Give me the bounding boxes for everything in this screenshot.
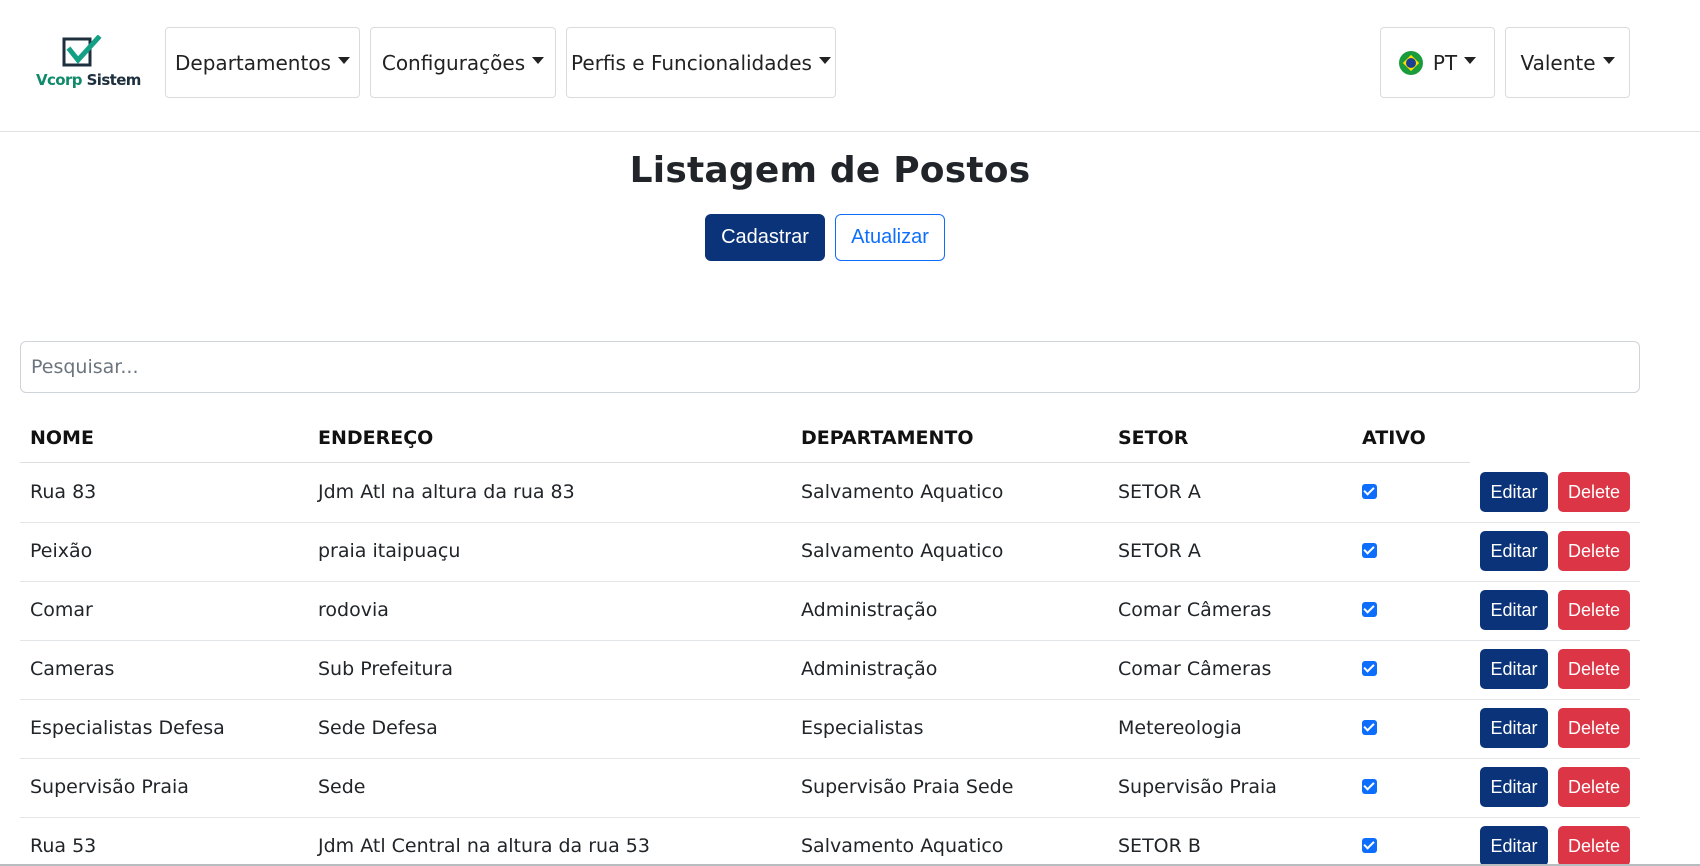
cell-nome: Rua 53 xyxy=(30,835,97,857)
top-navbar: Vcorp Sistem Departamentos Configurações… xyxy=(0,0,1700,132)
edit-button[interactable]: Editar xyxy=(1480,649,1548,689)
edit-button[interactable]: Editar xyxy=(1480,708,1548,748)
ativo-checkbox[interactable] xyxy=(1362,484,1377,499)
user-name: Valente xyxy=(1520,50,1596,75)
column-header-ativo: ATIVO xyxy=(1362,427,1426,449)
cell-endereco: Sede xyxy=(318,776,366,798)
table-row: Peixão praia itaipuaçu Salvamento Aquati… xyxy=(20,522,1640,582)
column-header-nome: NOME xyxy=(30,427,94,449)
cell-endereco: praia itaipuaçu xyxy=(318,540,461,562)
brazil-flag-icon xyxy=(1398,50,1423,75)
cell-nome: Rua 83 xyxy=(30,481,97,503)
cell-endereco: rodovia xyxy=(318,599,389,621)
brand-name: Vcorp Sistem xyxy=(36,71,141,89)
cell-nome: Peixão xyxy=(30,540,93,562)
cell-setor: Comar Câmeras xyxy=(1118,658,1272,680)
cell-endereco: Jdm Atl na altura da rua 83 xyxy=(318,481,575,503)
table-row: Cameras Sub Prefeitura Administração Com… xyxy=(20,640,1640,700)
check-square-logo-icon xyxy=(62,35,102,67)
edit-button[interactable]: Editar xyxy=(1480,531,1548,571)
user-menu-dropdown[interactable]: Valente xyxy=(1505,27,1630,98)
edit-button[interactable]: Editar xyxy=(1480,472,1548,512)
ativo-checkbox[interactable] xyxy=(1362,661,1377,676)
cell-nome: Comar xyxy=(30,599,93,621)
delete-button[interactable]: Delete xyxy=(1558,708,1630,748)
ativo-checkbox[interactable] xyxy=(1362,543,1377,558)
delete-button[interactable]: Delete xyxy=(1558,649,1630,689)
caret-down-icon xyxy=(337,57,350,64)
cell-departamento: Salvamento Aquatico xyxy=(801,481,1004,503)
cell-departamento: Salvamento Aquatico xyxy=(801,540,1004,562)
nav-perfis-label: Perfis e Funcionalidades xyxy=(571,50,812,75)
delete-button[interactable]: Delete xyxy=(1558,531,1630,571)
cell-setor: Comar Câmeras xyxy=(1118,599,1272,621)
cell-departamento: Especialistas xyxy=(801,717,924,739)
nav-configuracoes-label: Configurações xyxy=(381,50,526,75)
ativo-checkbox[interactable] xyxy=(1362,720,1377,735)
delete-button[interactable]: Delete xyxy=(1558,826,1630,864)
page-title: Listagem de Postos xyxy=(629,150,1031,191)
edit-button[interactable]: Editar xyxy=(1480,590,1548,630)
cell-departamento: Administração xyxy=(801,658,938,680)
nav-perfis-dropdown[interactable]: Perfis e Funcionalidades xyxy=(566,27,836,98)
cell-nome: Supervisão Praia xyxy=(30,776,189,798)
table-row: Rua 53 Jdm Atl Central na altura da rua … xyxy=(20,817,1640,864)
cadastrar-button[interactable]: Cadastrar xyxy=(705,214,825,261)
brand-word-1: Vcorp xyxy=(36,71,83,89)
logo[interactable]: Vcorp Sistem xyxy=(36,35,141,95)
edit-button[interactable]: Editar xyxy=(1480,826,1548,864)
nav-departamentos-dropdown[interactable]: Departamentos xyxy=(165,27,360,98)
table-row: Supervisão Praia Sede Supervisão Praia S… xyxy=(20,758,1640,818)
cell-nome: Especialistas Defesa xyxy=(30,717,225,739)
cell-setor: SETOR A xyxy=(1118,481,1201,503)
search-input[interactable] xyxy=(20,341,1640,393)
cell-departamento: Supervisão Praia Sede xyxy=(801,776,1014,798)
column-header-departamento: DEPARTAMENTO xyxy=(801,427,974,449)
cell-setor: Supervisão Praia xyxy=(1118,776,1277,798)
ativo-checkbox[interactable] xyxy=(1362,602,1377,617)
delete-button[interactable]: Delete xyxy=(1558,590,1630,630)
cell-setor: SETOR A xyxy=(1118,540,1201,562)
cell-departamento: Administração xyxy=(801,599,938,621)
language-dropdown[interactable]: PT xyxy=(1380,27,1495,98)
edit-button[interactable]: Editar xyxy=(1480,767,1548,807)
table-row: Especialistas Defesa Sede Defesa Especia… xyxy=(20,699,1640,759)
cell-nome: Cameras xyxy=(30,658,115,680)
atualizar-button[interactable]: Atualizar xyxy=(835,214,945,261)
cell-endereco: Sede Defesa xyxy=(318,717,438,739)
delete-button[interactable]: Delete xyxy=(1558,472,1630,512)
delete-button[interactable]: Delete xyxy=(1558,767,1630,807)
brand-word-2: Sistem xyxy=(86,71,142,89)
cell-endereco: Sub Prefeitura xyxy=(318,658,454,680)
table-row: Comar rodovia Administração Comar Câmera… xyxy=(20,581,1640,641)
table-row: Rua 83 Jdm Atl na altura da rua 83 Salva… xyxy=(20,463,1640,523)
cell-endereco: Jdm Atl Central na altura da rua 53 xyxy=(318,835,650,857)
caret-down-icon xyxy=(1602,57,1615,64)
nav-departamentos-label: Departamentos xyxy=(175,50,331,75)
cell-departamento: Salvamento Aquatico xyxy=(801,835,1004,857)
column-header-setor: SETOR xyxy=(1118,427,1189,449)
nav-configuracoes-dropdown[interactable]: Configurações xyxy=(370,27,556,98)
caret-down-icon xyxy=(532,57,545,64)
caret-down-icon xyxy=(818,57,831,64)
caret-down-icon xyxy=(1464,57,1477,64)
ativo-checkbox[interactable] xyxy=(1362,838,1377,853)
cell-setor: Metereologia xyxy=(1118,717,1242,739)
cell-setor: SETOR B xyxy=(1118,835,1201,857)
column-header-endereco: ENDEREÇO xyxy=(318,427,434,449)
ativo-checkbox[interactable] xyxy=(1362,779,1377,794)
language-label: PT xyxy=(1432,50,1458,75)
